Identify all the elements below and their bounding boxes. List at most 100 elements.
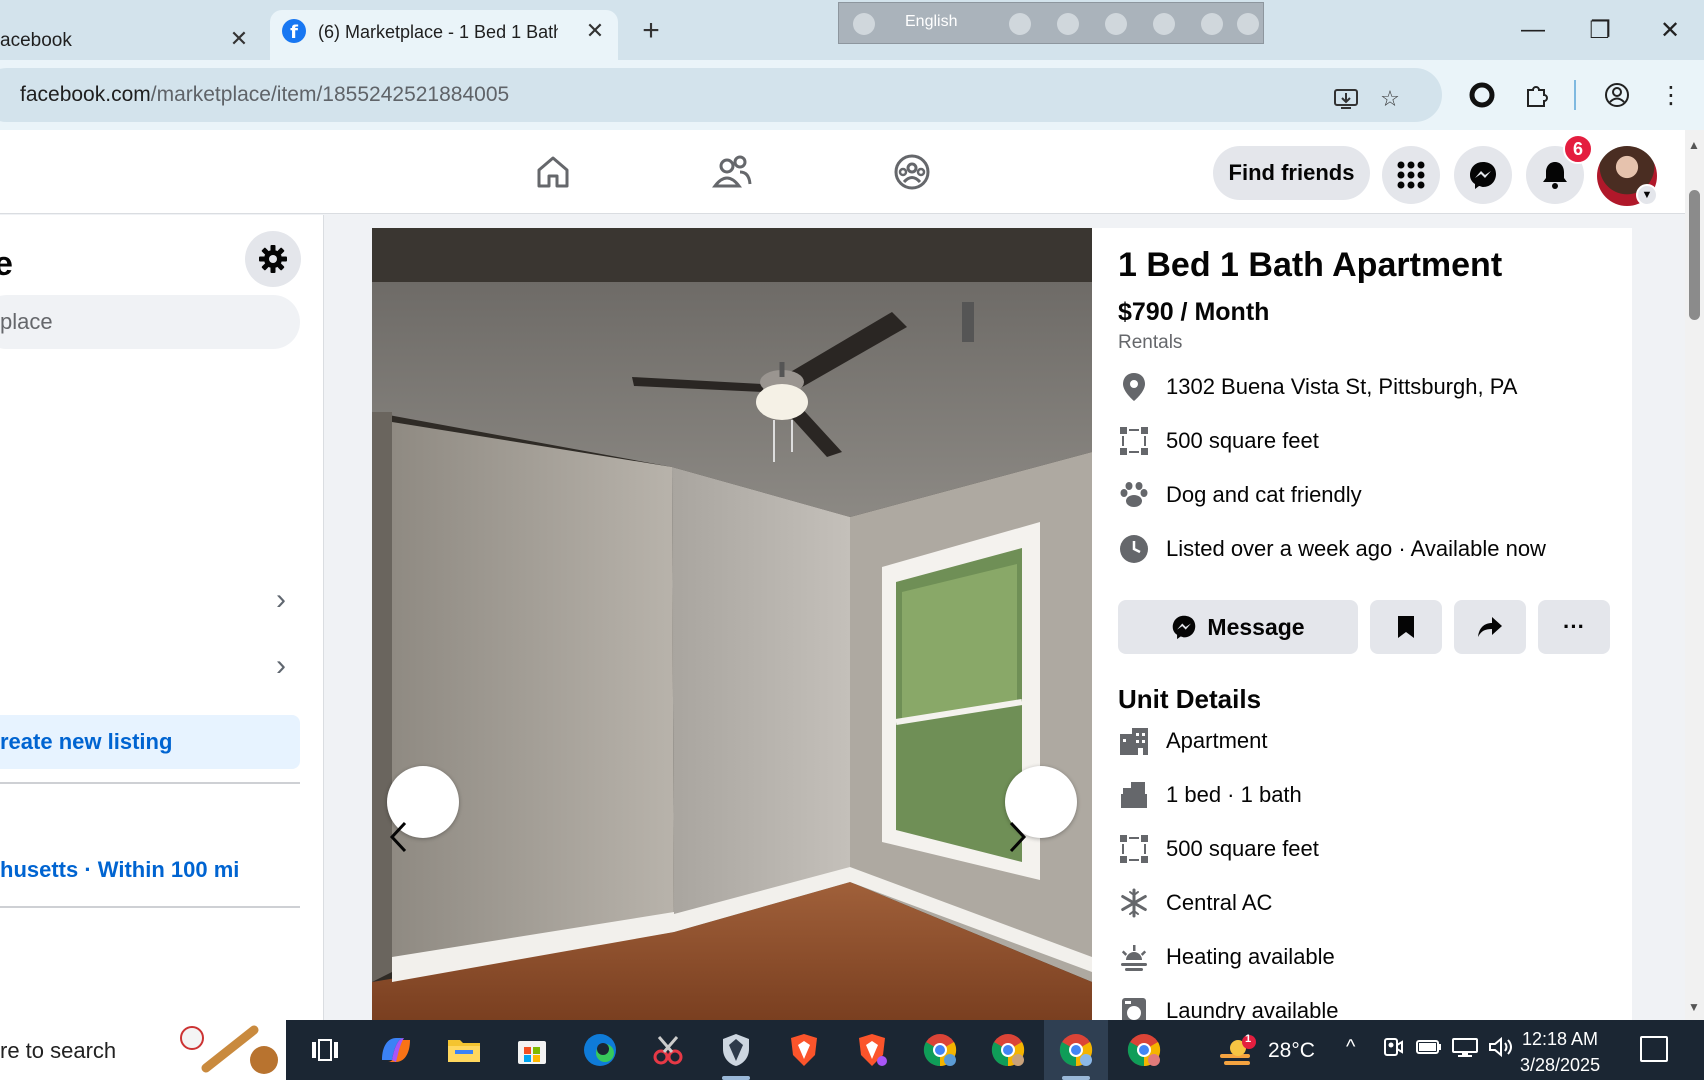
scrollbar-thumb[interactable]: [1689, 190, 1700, 320]
url-path: /marketplace/item/1855242521884005: [150, 83, 510, 106]
unit-detail-row: 500 square feet: [1118, 833, 1319, 865]
listed-row: Listed over a week ago · Available now: [1118, 533, 1546, 565]
friends-icon[interactable]: [711, 152, 752, 192]
share-button[interactable]: [1454, 600, 1526, 654]
previous-photo-button[interactable]: [387, 766, 459, 853]
close-window-icon[interactable]: ✕: [1650, 12, 1690, 48]
language-bar[interactable]: English: [838, 2, 1264, 44]
chevron-right-icon[interactable]: ›: [276, 583, 286, 617]
app-shield-icon[interactable]: [716, 1030, 756, 1070]
new-tab-button[interactable]: +: [636, 14, 666, 48]
clock-icon: [1118, 533, 1150, 565]
tab-marketplace[interactable]: f (6) Marketplace - 1 Bed 1 Bath Apartme…: [270, 10, 618, 60]
marketplace-settings-button[interactable]: [245, 231, 301, 287]
toolbar-divider: [1574, 80, 1576, 110]
ie-icon[interactable]: [1153, 13, 1175, 35]
keyboard-icon[interactable]: [1009, 13, 1031, 35]
microsoft-store-icon[interactable]: [512, 1030, 552, 1070]
info-icon[interactable]: [1237, 13, 1259, 35]
menu-grid-button[interactable]: [1382, 146, 1440, 204]
bell-icon: [1543, 162, 1567, 189]
divider: [0, 906, 300, 908]
snipping-tool-icon[interactable]: [648, 1030, 688, 1070]
chevron-down-icon[interactable]: ▼: [1636, 184, 1658, 206]
unit-detail-row: 1 bed · 1 bath: [1118, 779, 1302, 811]
bookmark-icon: [1398, 616, 1414, 638]
url-text[interactable]: facebook.com/marketplace/item/1855242521…: [20, 83, 509, 107]
heating-icon: [1118, 941, 1150, 973]
ime-icon[interactable]: [853, 13, 875, 35]
page-scrollbar[interactable]: ▲ ▼: [1685, 130, 1704, 1020]
tools-icon[interactable]: [1057, 13, 1079, 35]
next-photo-button[interactable]: [1005, 766, 1077, 853]
notification-center-icon[interactable]: [1640, 1036, 1668, 1062]
brave-browser-icon[interactable]: [784, 1030, 824, 1070]
scroll-up-icon[interactable]: ▲: [1688, 138, 1700, 152]
volume-icon[interactable]: [1488, 1036, 1514, 1064]
location-filter-link[interactable]: husetts · Within 100 mi: [0, 857, 239, 883]
pets-row: Dog and cat friendly: [1118, 479, 1362, 511]
marketplace-search-input[interactable]: place: [0, 295, 300, 349]
restore-icon[interactable]: ❐: [1580, 12, 1620, 48]
battery-icon[interactable]: [1416, 1036, 1442, 1064]
create-new-listing-button[interactable]: reate new listing: [0, 715, 300, 769]
marketplace-sidebar: e place › › reate new listing husetts · …: [0, 215, 324, 1020]
unit-detail-row: Central AC: [1118, 887, 1272, 919]
help-icon[interactable]: [1201, 13, 1223, 35]
message-button[interactable]: Message: [1118, 600, 1358, 654]
listing-category[interactable]: Rentals: [1118, 332, 1182, 354]
browser-menu-icon[interactable]: ⋮: [1654, 78, 1688, 112]
file-explorer-icon[interactable]: [444, 1030, 484, 1070]
paw-icon: [1118, 479, 1150, 511]
chevron-right-icon: [1009, 821, 1027, 853]
tab-title: (6) Marketplace - 1 Bed 1 Bath Apartment: [318, 22, 558, 42]
chrome-profile-2-icon[interactable]: [988, 1030, 1028, 1070]
save-button[interactable]: [1370, 600, 1442, 654]
more-options-button[interactable]: ···: [1538, 600, 1610, 654]
active-app-indicator: [1062, 1076, 1090, 1080]
close-tab-icon[interactable]: ✕: [226, 26, 252, 52]
bookmark-star-icon[interactable]: ☆: [1376, 85, 1404, 113]
brave-browser-2-icon[interactable]: [852, 1030, 892, 1070]
size-icon: [1118, 425, 1150, 457]
network-icon[interactable]: [1452, 1036, 1478, 1064]
close-tab-icon[interactable]: ✕: [582, 18, 608, 44]
laundry-icon: [1118, 995, 1150, 1020]
messenger-button[interactable]: [1454, 146, 1512, 204]
unit-detail-label: Apartment: [1166, 728, 1268, 753]
chrome-profile-1-icon[interactable]: [920, 1030, 960, 1070]
tab-facebook[interactable]: acebook ✕: [0, 10, 262, 60]
extension-circle-icon[interactable]: [1465, 78, 1499, 112]
weather-widget[interactable]: 1 28°C: [1218, 1033, 1315, 1068]
chevron-up-icon[interactable]: ^: [1346, 1036, 1355, 1059]
profile-icon[interactable]: [1600, 78, 1634, 112]
chrome-profile-4-icon[interactable]: [1124, 1030, 1164, 1070]
listing-photo-viewer[interactable]: [372, 228, 1092, 1020]
chevron-right-icon[interactable]: ›: [276, 649, 286, 683]
scroll-down-icon[interactable]: ▼: [1688, 1000, 1700, 1014]
bed-icon: [1118, 779, 1150, 811]
address-bar[interactable]: facebook.com/marketplace/item/1855242521…: [0, 68, 1442, 122]
extensions-puzzle-icon[interactable]: [1520, 78, 1554, 112]
clock-date: 3/28/2025: [1520, 1055, 1601, 1075]
divider: [0, 782, 300, 784]
taskbar-clock[interactable]: 12:18 AM 3/28/2025: [1520, 1026, 1600, 1078]
meet-icon[interactable]: [1382, 1036, 1404, 1064]
find-friends-button[interactable]: Find friends: [1213, 146, 1370, 200]
settings-icon[interactable]: [1105, 13, 1127, 35]
unit-detail-row: Apartment: [1118, 725, 1268, 757]
language-label[interactable]: English: [905, 13, 957, 31]
install-app-icon[interactable]: [1332, 85, 1360, 113]
building-icon: [1118, 725, 1150, 757]
copilot-icon[interactable]: [376, 1030, 416, 1070]
task-view-icon[interactable]: [305, 1030, 345, 1070]
groups-icon[interactable]: [892, 152, 932, 192]
minimize-icon[interactable]: —: [1513, 12, 1553, 48]
messenger-icon: [1470, 162, 1496, 189]
edge-icon[interactable]: [580, 1030, 620, 1070]
taskbar-search-box[interactable]: re to search: [0, 1020, 286, 1080]
photo-top-band: [372, 228, 1092, 282]
chrome-profile-3-icon[interactable]: [1056, 1030, 1096, 1070]
home-icon[interactable]: [533, 152, 573, 192]
listing-address[interactable]: 1302 Buena Vista St, Pittsburgh, PA: [1166, 374, 1517, 400]
